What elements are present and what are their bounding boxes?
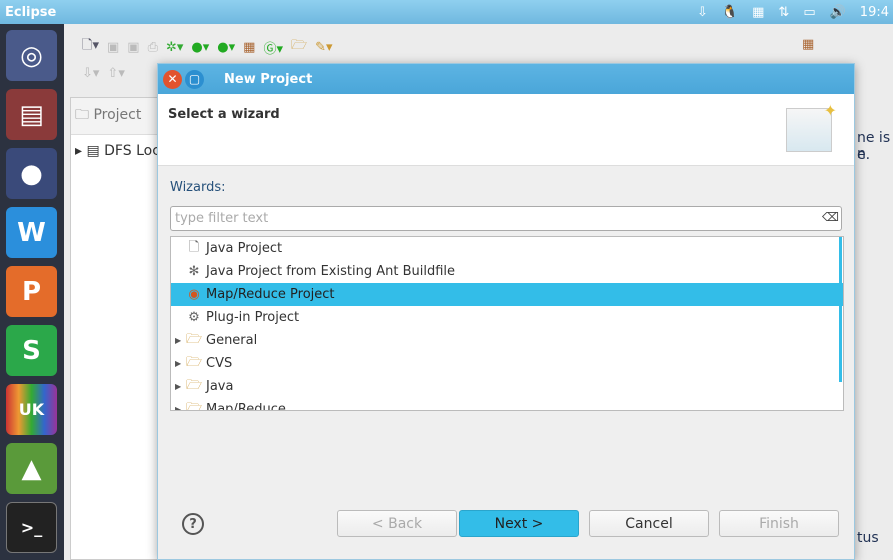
wizard-item[interactable]: ▶ 🗁 General xyxy=(171,329,843,352)
network-icon[interactable]: ⇅ xyxy=(778,5,789,20)
app-title: Eclipse xyxy=(5,4,57,20)
wps-writer-icon[interactable]: W xyxy=(6,207,57,258)
java-project-icon: 🗋 xyxy=(188,239,200,255)
wizard-item[interactable]: ▶ 🗁 CVS xyxy=(171,352,843,375)
battery-icon[interactable]: ▭ xyxy=(803,5,815,20)
folder-icon: 🗁 xyxy=(185,331,203,347)
expand-arrow-icon[interactable]: ▶ xyxy=(175,359,185,368)
dialog-title: New Project xyxy=(224,71,313,87)
files-icon[interactable]: ▤ xyxy=(6,89,57,140)
wizard-item-label: Map/Reduce Project xyxy=(206,287,335,302)
dialog-header: Select a wizard ✦ xyxy=(158,94,854,166)
plugin-icon: ⚙ xyxy=(188,310,200,325)
download-icon[interactable]: ⇩ xyxy=(697,5,708,20)
wizard-item-label: Plug-in Project xyxy=(206,310,300,325)
firefox-icon[interactable]: ● xyxy=(6,148,57,199)
maximize-icon[interactable]: ▢ xyxy=(185,69,204,89)
software-center-icon[interactable]: ▲ xyxy=(6,443,57,494)
filter-input[interactable] xyxy=(170,206,842,231)
wizards-label: Wizards: xyxy=(170,180,226,195)
launcher: ◎ ▤ ● W P S UK ▲ >_ xyxy=(0,24,64,560)
wizard-item-label: Java Project from Existing Ant Buildfile xyxy=(206,264,456,279)
mapreduce-icon: ◉ xyxy=(188,287,200,302)
volume-icon[interactable]: 🔊 xyxy=(830,5,846,20)
open-type-icon[interactable]: 🗁 xyxy=(291,36,307,58)
prev-annotation-icon[interactable]: ⇧▾ xyxy=(107,66,124,81)
external-tools-icon[interactable]: ●▾ xyxy=(217,40,235,55)
wizard-item[interactable]: ◉ Map/Reduce Project xyxy=(171,283,843,306)
new-package-icon[interactable]: ▦ xyxy=(243,40,255,55)
print-icon[interactable]: ⎙ xyxy=(148,40,158,55)
wps-spreadsheet-icon[interactable]: S xyxy=(6,325,57,376)
tab-project[interactable]: 🗀 Project xyxy=(71,98,169,135)
folder-icon: 🗁 xyxy=(185,354,203,370)
folder-icon: 🗁 xyxy=(185,377,203,393)
debug-icon[interactable]: ✲▾ xyxy=(166,40,183,55)
wizard-item[interactable]: ✻ Java Project from Existing Ant Buildfil… xyxy=(171,260,843,283)
cancel-button[interactable]: Cancel xyxy=(589,510,709,537)
expand-arrow-icon[interactable]: ▶ xyxy=(175,405,185,410)
back-button[interactable]: < Back xyxy=(337,510,457,537)
wizard-item[interactable]: ▶ 🗁 Java xyxy=(171,375,843,398)
wps-presentation-icon[interactable]: P xyxy=(6,266,57,317)
ubuntu-kylin-icon[interactable]: UK xyxy=(6,384,57,435)
close-icon[interactable]: ✕ xyxy=(163,69,182,89)
clear-filter-icon[interactable]: ⌫ xyxy=(822,210,839,224)
new-project-dialog: ✕ ▢ New Project Select a wizard ✦ Wizard… xyxy=(157,63,855,560)
page-title: Select a wizard xyxy=(168,107,280,122)
wizard-item[interactable]: 🗋 Java Project xyxy=(171,237,843,260)
clock[interactable]: 19:4 xyxy=(860,5,889,20)
project-icon: 🗀 xyxy=(75,107,94,123)
next-annotation-icon[interactable]: ⇩▾ xyxy=(82,66,99,81)
finish-button[interactable]: Finish xyxy=(719,510,839,537)
project-explorer: 🗀 Project ▸ ▤ DFS Loc xyxy=(70,97,170,560)
side-text: e. xyxy=(857,147,871,163)
wizard-item[interactable]: ▶ 🗁 Map/Reduce xyxy=(171,398,843,411)
calendar-icon[interactable]: ▦ xyxy=(752,5,764,20)
expand-arrow-icon[interactable]: ▶ xyxy=(175,336,185,345)
wizard-item-label: Java xyxy=(206,379,234,394)
save-all-icon[interactable]: ▣ xyxy=(127,40,139,55)
scrollbar[interactable] xyxy=(839,237,842,382)
terminal-icon[interactable]: >_ xyxy=(6,502,57,553)
run-icon[interactable]: ●▾ xyxy=(191,40,209,55)
dfs-locations-item[interactable]: ▸ ▤ DFS Loc xyxy=(71,135,169,167)
nav-toolbar: ⇩▾ ⇧▾ xyxy=(82,66,125,81)
next-button[interactable]: Next > xyxy=(459,510,579,537)
ubuntu-dash-icon[interactable]: ◎ xyxy=(6,30,57,81)
wizard-item-label: General xyxy=(206,333,258,348)
new-icon[interactable]: 🗋▾ xyxy=(82,36,99,58)
tab-status[interactable]: tus xyxy=(857,530,879,546)
expand-arrow-icon[interactable]: ▶ xyxy=(175,382,185,391)
main-toolbar: 🗋▾ ▣ ▣ ⎙ ✲▾ ●▾ ●▾ ▦ Ⓖ▾ 🗁 ✎▾ xyxy=(82,36,333,58)
folder-icon: 🗁 xyxy=(185,400,203,411)
dialog-titlebar[interactable]: ✕ ▢ New Project xyxy=(158,64,854,94)
ant-icon: ✻ xyxy=(188,264,200,279)
wizard-item-label: Map/Reduce xyxy=(206,402,286,411)
search-icon[interactable]: ✎▾ xyxy=(315,40,332,55)
help-button[interactable]: ? xyxy=(182,513,204,535)
top-panel: Eclipse ⇩ 🐧 ▦ ⇅ ▭ 🔊 19:4 xyxy=(0,0,893,24)
open-perspective-icon[interactable]: ▦ xyxy=(802,37,814,52)
tux-icon[interactable]: 🐧 xyxy=(722,5,738,20)
wizard-item-label: Java Project xyxy=(206,241,283,256)
save-icon[interactable]: ▣ xyxy=(107,40,119,55)
wizard-item-label: CVS xyxy=(206,356,233,371)
wizard-banner-icon: ✦ xyxy=(786,101,837,152)
new-class-icon[interactable]: Ⓖ▾ xyxy=(263,38,283,57)
wizard-item[interactable]: ⚙ Plug-in Project xyxy=(171,306,843,329)
wizard-tree[interactable]: 🗋 Java Project ✻ Java Project from Existing… xyxy=(170,236,844,411)
